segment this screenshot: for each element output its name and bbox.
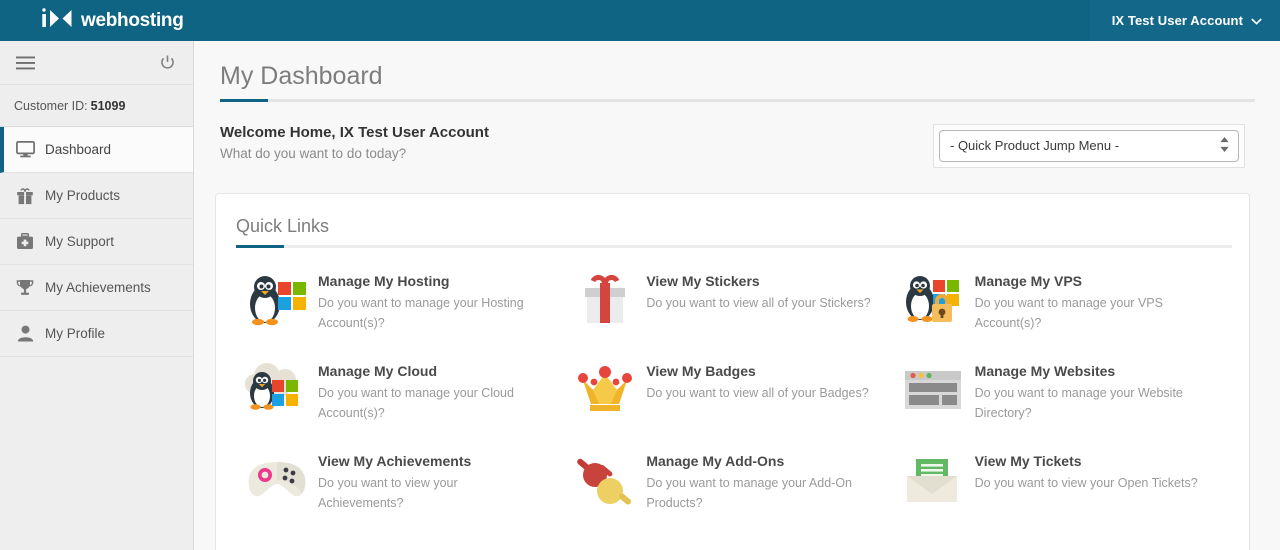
customer-id: Customer ID: 51099 (0, 85, 193, 127)
quick-link-view-my-stickers[interactable]: View My Stickers Do you want to view all… (572, 270, 900, 360)
sidebar-item-label: My Products (45, 188, 121, 203)
quick-link-title: Manage My VPS (974, 272, 1083, 289)
customer-id-label: Customer ID: (14, 98, 88, 113)
sidebar-item-label: Dashboard (45, 142, 112, 157)
browser-window-icon (901, 360, 967, 422)
quick-link-view-my-badges[interactable]: View My Badges Do you want to view all o… (572, 360, 900, 450)
brand-name: webhosting (81, 10, 184, 31)
brand-logo[interactable]: webhosting (40, 0, 184, 41)
quick-link-desc: Do you want to manage your VPS Account(s… (974, 295, 1163, 330)
quick-link-desc: Do you want to view your Achievements? (318, 475, 458, 510)
welcome-subtitle: What do you want to do today? (220, 145, 407, 161)
penguin-windows-cloud-icon (244, 360, 310, 422)
stepper-arrows-icon (1219, 135, 1230, 156)
quick-link-title: View My Achievements (318, 452, 472, 469)
plug-socket-icon (572, 450, 638, 512)
quick-links-rule (236, 244, 1232, 248)
monitor-icon (14, 139, 36, 161)
chevron-down-icon (1251, 12, 1262, 30)
top-header-bar: webhosting IX Test User Account (0, 0, 1280, 41)
quick-link-body: View My Stickers Do you want to view all… (646, 270, 870, 313)
quick-link-title: View My Badges (646, 362, 756, 379)
customer-id-value: 51099 (90, 98, 126, 113)
quick-link-title: Manage My Cloud (318, 362, 438, 379)
quick-link-desc: Do you want to manage your Add-On Produc… (646, 475, 853, 510)
sidebar-item-label: My Achievements (45, 280, 151, 295)
sidebar-toolbar (0, 41, 193, 85)
quick-links-title: Quick Links (236, 215, 330, 236)
quick-jump-container: - Quick Product Jump Menu - (933, 123, 1245, 168)
quick-link-title: View My Tickets (974, 452, 1082, 469)
welcome-text: Welcome Home, IX Test User Account What … (220, 124, 489, 161)
quick-product-jump-select[interactable]: - Quick Product Jump Menu - (939, 129, 1239, 162)
quick-link-title: Manage My Websites (974, 362, 1116, 379)
quick-link-body: Manage My Add-Ons Do you want to manage … (646, 450, 871, 513)
quick-link-title: Manage My Hosting (318, 272, 450, 289)
quick-link-body: View My Achievements Do you want to view… (318, 450, 543, 513)
welcome-row: Welcome Home, IX Test User Account What … (195, 102, 1280, 168)
quick-link-body: Manage My Cloud Do you want to manage yo… (318, 360, 543, 423)
sidebar: Customer ID: 51099 Dashboard My Products (0, 41, 194, 550)
sidebar-item-my-support[interactable]: My Support (0, 219, 193, 265)
quick-link-manage-my-cloud[interactable]: Manage My Cloud Do you want to manage yo… (244, 360, 572, 450)
quick-links-grid: Manage My Hosting Do you want to manage … (236, 270, 1229, 540)
sidebar-item-my-profile[interactable]: My Profile (0, 311, 193, 357)
page-title: My Dashboard (220, 62, 383, 90)
quick-links-card: Quick Links Manage My Hosting Do you wan… (215, 192, 1250, 550)
quick-link-desc: Do you want to view all of your Stickers… (646, 295, 871, 310)
power-icon[interactable] (160, 55, 175, 70)
crown-icon (572, 360, 638, 422)
quick-link-body: View My Tickets Do you want to view your… (975, 450, 1198, 493)
gift-icon (14, 185, 36, 207)
person-icon (14, 323, 36, 345)
penguin-windows-icon (244, 270, 310, 332)
quick-link-desc: Do you want to view your Open Tickets? (974, 475, 1198, 490)
quick-link-view-my-achievements[interactable]: View My Achievements Do you want to view… (244, 450, 572, 540)
penguin-windows-lock-icon (901, 270, 967, 332)
welcome-heading: Welcome Home, IX Test User Account (220, 123, 489, 141)
quick-link-view-my-tickets[interactable]: View My Tickets Do you want to view your… (901, 450, 1229, 540)
quick-link-desc: Do you want to manage your Cloud Account… (318, 385, 514, 420)
quick-link-desc: Do you want to manage your Website Direc… (974, 385, 1183, 420)
envelope-letter-icon (901, 450, 967, 512)
quick-link-body: View My Badges Do you want to view all o… (646, 360, 868, 403)
hamburger-menu-icon[interactable] (16, 56, 35, 70)
gift-box-icon (572, 270, 638, 332)
quick-link-manage-my-hosting[interactable]: Manage My Hosting Do you want to manage … (244, 270, 572, 360)
quick-link-body: Manage My VPS Do you want to manage your… (975, 270, 1200, 333)
account-menu[interactable]: IX Test User Account (1089, 0, 1280, 41)
quick-link-desc: Do you want to manage your Hosting Accou… (318, 295, 524, 330)
sidebar-item-label: My Support (45, 234, 115, 249)
quick-link-title: Manage My Add-Ons (646, 452, 785, 469)
sidebar-item-label: My Profile (45, 326, 106, 341)
quick-link-title: View My Stickers (646, 272, 760, 289)
trophy-icon (14, 277, 36, 299)
sidebar-item-my-achievements[interactable]: My Achievements (0, 265, 193, 311)
page-header: My Dashboard (195, 41, 1280, 102)
ix-logo-icon (40, 7, 74, 34)
sidebar-item-my-products[interactable]: My Products (0, 173, 193, 219)
first-aid-kit-icon (14, 231, 36, 253)
quick-link-desc: Do you want to view all of your Badges? (646, 385, 869, 400)
quick-link-manage-my-websites[interactable]: Manage My Websites Do you want to manage… (901, 360, 1229, 450)
quick-link-manage-my-vps[interactable]: Manage My VPS Do you want to manage your… (901, 270, 1229, 360)
main-content: My Dashboard Welcome Home, IX Test User … (195, 41, 1280, 550)
sidebar-item-dashboard[interactable]: Dashboard (0, 127, 193, 173)
game-controller-icon (244, 450, 310, 512)
quick-link-manage-my-add-ons[interactable]: Manage My Add-Ons Do you want to manage … (572, 450, 900, 540)
quick-link-body: Manage My Hosting Do you want to manage … (318, 270, 543, 333)
quick-product-jump-value: - Quick Product Jump Menu - (950, 138, 1120, 153)
account-name: IX Test User Account (1111, 13, 1243, 28)
quick-link-body: Manage My Websites Do you want to manage… (975, 360, 1200, 423)
page-title-rule (220, 98, 1255, 102)
